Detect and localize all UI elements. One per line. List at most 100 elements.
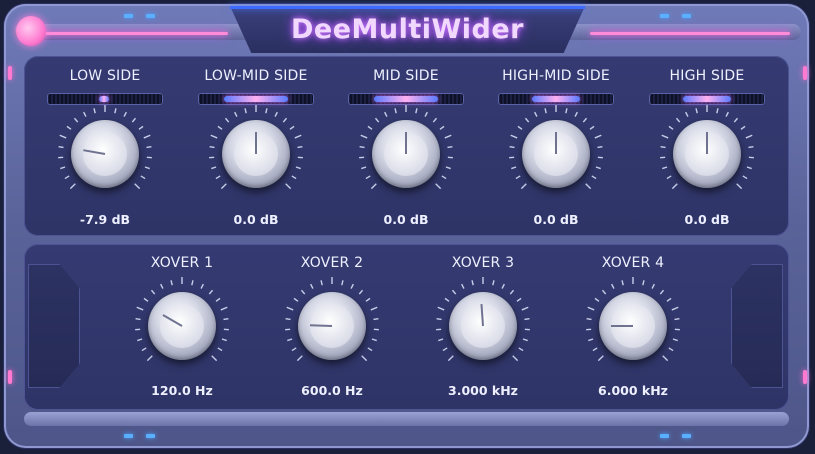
knob-tick [601,289,607,295]
knob-tick [716,108,719,114]
knob-pointer [555,132,557,154]
xover-label: XOVER 4 [601,255,665,271]
xover-label: XOVER 1 [150,255,214,271]
xover-value: 600.0 Hz [301,383,363,398]
xover-2-knob[interactable] [282,276,382,376]
knob-tick [296,355,303,362]
mid-side-knob[interactable] [356,104,456,204]
knob-tick [511,166,517,170]
meter-level [683,96,731,102]
knob-tick [60,166,66,170]
knob-tick [367,125,373,130]
status-led [146,434,155,438]
knob-tick [370,183,377,190]
knob-tick [146,355,153,362]
high-side-knob[interactable] [657,104,757,204]
knob-tick [587,306,595,311]
title-plate-border [230,6,585,9]
xover-4-knob[interactable] [583,276,683,376]
knob-body[interactable] [522,120,590,188]
knob-body[interactable] [298,292,366,360]
band-value: 0.0 dB [684,212,730,227]
knob-tick [217,125,223,130]
knob-tick [685,111,689,117]
knob-tick [436,317,442,321]
xover-value: 120.0 Hz [151,383,213,398]
knob-tick [143,297,149,302]
knob-tick [415,108,418,114]
knob-tick [83,111,87,117]
knob-tick [675,117,681,123]
status-led [146,14,155,18]
knob-tick [611,283,615,289]
status-led [660,14,669,18]
knob-tick [374,117,380,123]
knob-tick [210,134,218,139]
power-button[interactable] [16,16,46,46]
low-side-knob[interactable] [55,104,155,204]
knob-body[interactable] [222,120,290,188]
knob-tick [510,134,518,139]
knob-tick [367,347,373,352]
status-led [124,14,133,18]
knob-tick [695,108,698,114]
knob-tick [642,280,645,286]
knob-body[interactable] [599,292,667,360]
knob-tick [93,108,96,114]
knob-tick [444,134,452,139]
knob-tick [666,297,672,302]
knob-tick [140,175,146,180]
knob-tick [200,283,204,289]
low-mid-side-knob[interactable] [206,104,306,204]
band-value: 0.0 dB [233,212,279,227]
high-mid-side-knob[interactable] [506,104,606,204]
knob-tick [544,108,547,114]
knob-tick [585,183,592,190]
knob-tick [215,297,221,302]
knob-tick [733,117,739,123]
knob-tick [445,166,451,170]
knob-tick [522,338,528,342]
knob-tick [509,289,515,295]
meter-level [224,96,288,102]
knob-body[interactable] [372,120,440,188]
xover-value: 6.000 kHz [598,383,668,398]
knob-tick [208,289,214,295]
knob-tick [492,280,495,286]
xover-1-knob[interactable] [132,276,232,376]
knob-tick [73,117,79,123]
knob-tick [592,347,598,352]
knob-tick [595,166,601,170]
knob-body[interactable] [449,292,517,360]
knob-body[interactable] [673,120,741,188]
knob-tick [341,280,344,286]
knob-body[interactable] [71,120,139,188]
knob-tick [373,317,379,321]
knob-tick [574,111,578,117]
knob-tick [224,117,230,123]
knob-tick [594,297,600,302]
knob-pointer [611,325,633,327]
right-notch [731,264,783,388]
knob-tick [424,111,428,117]
knob-tick [146,145,152,149]
knob-tick [295,166,301,170]
xover-3-knob[interactable] [433,276,533,376]
knob-tick [285,183,292,190]
knob-tick [220,306,228,311]
knob-tick [501,283,505,289]
knob-tick [143,134,151,139]
knob-pointer [255,132,257,154]
knob-tick [674,317,680,321]
knob-body[interactable] [148,292,216,360]
knob-tick [234,111,238,117]
knob-tick [350,283,354,289]
knob-tick [294,134,302,139]
knob-tick [220,183,227,190]
knob-tick [447,145,453,149]
knob-tick [131,117,137,123]
top-right-neon-strip [590,32,790,35]
knob-pointer [405,132,407,154]
knob-tick [597,355,604,362]
knob-tick [297,145,303,149]
